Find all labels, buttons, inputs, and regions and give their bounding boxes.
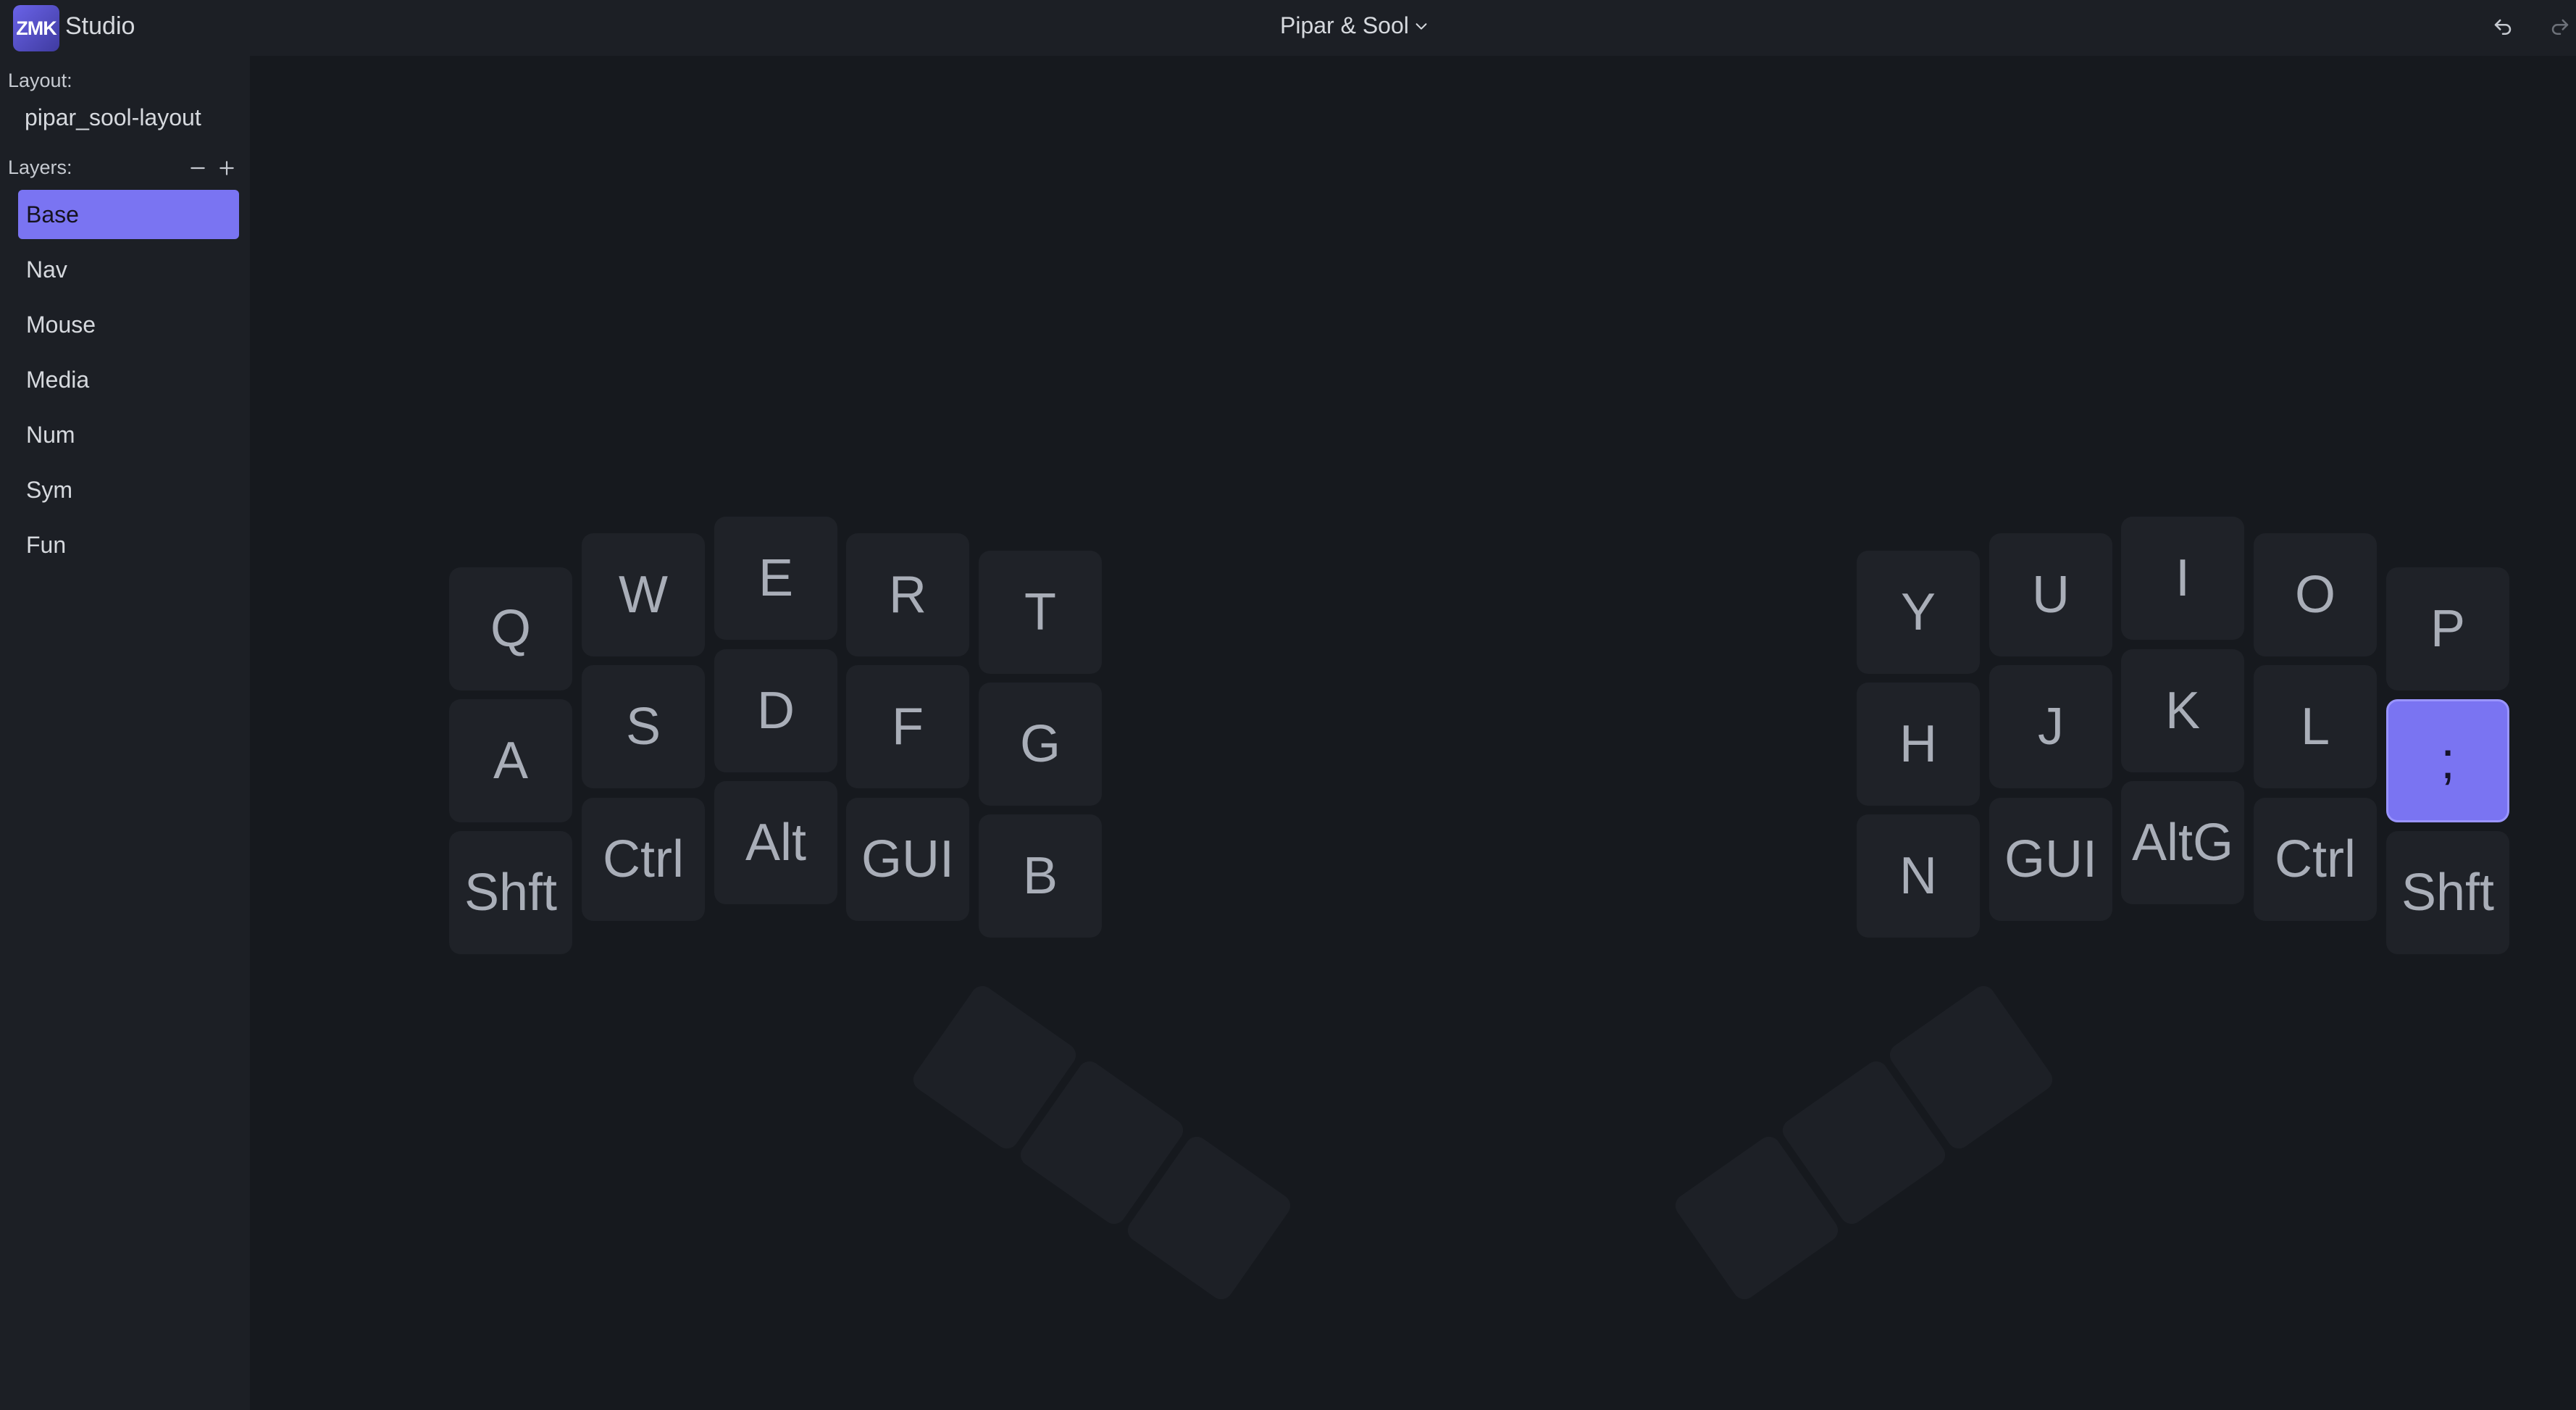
remove-layer-button[interactable] — [187, 157, 209, 179]
key-right-r1-c1[interactable]: Y — [1857, 551, 1980, 674]
key-left-r1-c2[interactable]: W — [582, 533, 705, 656]
key-right-r2-c3[interactable]: K — [2121, 649, 2244, 772]
layer-list: Base Nav Mouse Media Num Sym Fun — [18, 190, 239, 575]
chevron-down-icon — [1415, 22, 1427, 30]
layers-label: Layers: — [8, 157, 72, 178]
plus-icon — [219, 161, 234, 175]
undo-icon — [2494, 19, 2512, 35]
key-right-r2-c4[interactable]: L — [2254, 665, 2377, 788]
minus-icon — [191, 167, 205, 170]
layer-item-num[interactable]: Num — [18, 410, 239, 459]
device-name: Pipar & Sool — [1280, 12, 1409, 38]
sidebar: Layout: pipar_sool-layout Layers: Base N… — [0, 56, 250, 1410]
key-left-r3-c1[interactable]: Shft — [449, 831, 572, 954]
zmk-logo: ZMK — [13, 5, 59, 51]
key-left-r1-c1[interactable]: Q — [449, 567, 572, 691]
key-right-r2-c2[interactable]: J — [1989, 665, 2112, 788]
undo-button[interactable] — [2490, 14, 2516, 41]
top-bar: ZMK Studio Pipar & Sool — [0, 0, 2576, 56]
key-left-r1-c3[interactable]: E — [714, 517, 837, 640]
key-right-r3-c2[interactable]: GUI — [1989, 798, 2112, 921]
layout-name[interactable]: pipar_sool-layout — [25, 104, 201, 131]
key-right-r1-c2[interactable]: U — [1989, 533, 2112, 656]
key-left-r3-c4[interactable]: GUI — [846, 798, 969, 921]
key-left-r2-c3[interactable]: D — [714, 649, 837, 772]
add-layer-button[interactable] — [216, 157, 238, 179]
key-right-r1-c3[interactable]: I — [2121, 517, 2244, 640]
layer-item-base[interactable]: Base — [18, 190, 239, 239]
key-left-r3-c5[interactable]: B — [979, 814, 1102, 938]
key-right-r3-c3[interactable]: AltG — [2121, 781, 2244, 904]
layer-item-fun[interactable]: Fun — [18, 520, 239, 570]
key-right-r3-c5[interactable]: Shft — [2386, 831, 2509, 954]
key-left-r2-c1[interactable]: A — [449, 699, 572, 822]
key-right-r3-c1[interactable]: N — [1857, 814, 1980, 938]
layer-item-sym[interactable]: Sym — [18, 465, 239, 514]
key-left-r2-c4[interactable]: F — [846, 665, 969, 788]
redo-icon — [2551, 19, 2569, 35]
key-left-r2-c5[interactable]: G — [979, 683, 1102, 806]
layer-item-mouse[interactable]: Mouse — [18, 300, 239, 349]
key-left-r3-c3[interactable]: Alt — [714, 781, 837, 904]
layer-item-nav[interactable]: Nav — [18, 245, 239, 294]
redo-button[interactable] — [2547, 14, 2573, 41]
layer-item-media[interactable]: Media — [18, 355, 239, 404]
key-left-r2-c2[interactable]: S — [582, 665, 705, 788]
device-selector[interactable]: Pipar & Sool — [1280, 12, 1429, 39]
keyboard-layout: Q W E R T A S D F G Shft Ctrl Alt GUI B … — [0, 0, 2576, 1410]
app-name: Studio — [65, 12, 135, 40]
key-right-r3-c4[interactable]: Ctrl — [2254, 798, 2377, 921]
key-right-r2-c1[interactable]: H — [1857, 683, 1980, 806]
key-left-r1-c5[interactable]: T — [979, 551, 1102, 674]
key-left-r1-c4[interactable]: R — [846, 533, 969, 656]
layout-label: Layout: — [8, 70, 72, 91]
key-left-r3-c2[interactable]: Ctrl — [582, 798, 705, 921]
key-right-r2-c5-selected[interactable]: ; — [2386, 699, 2509, 822]
key-right-r1-c4[interactable]: O — [2254, 533, 2377, 656]
key-right-r1-c5[interactable]: P — [2386, 567, 2509, 691]
